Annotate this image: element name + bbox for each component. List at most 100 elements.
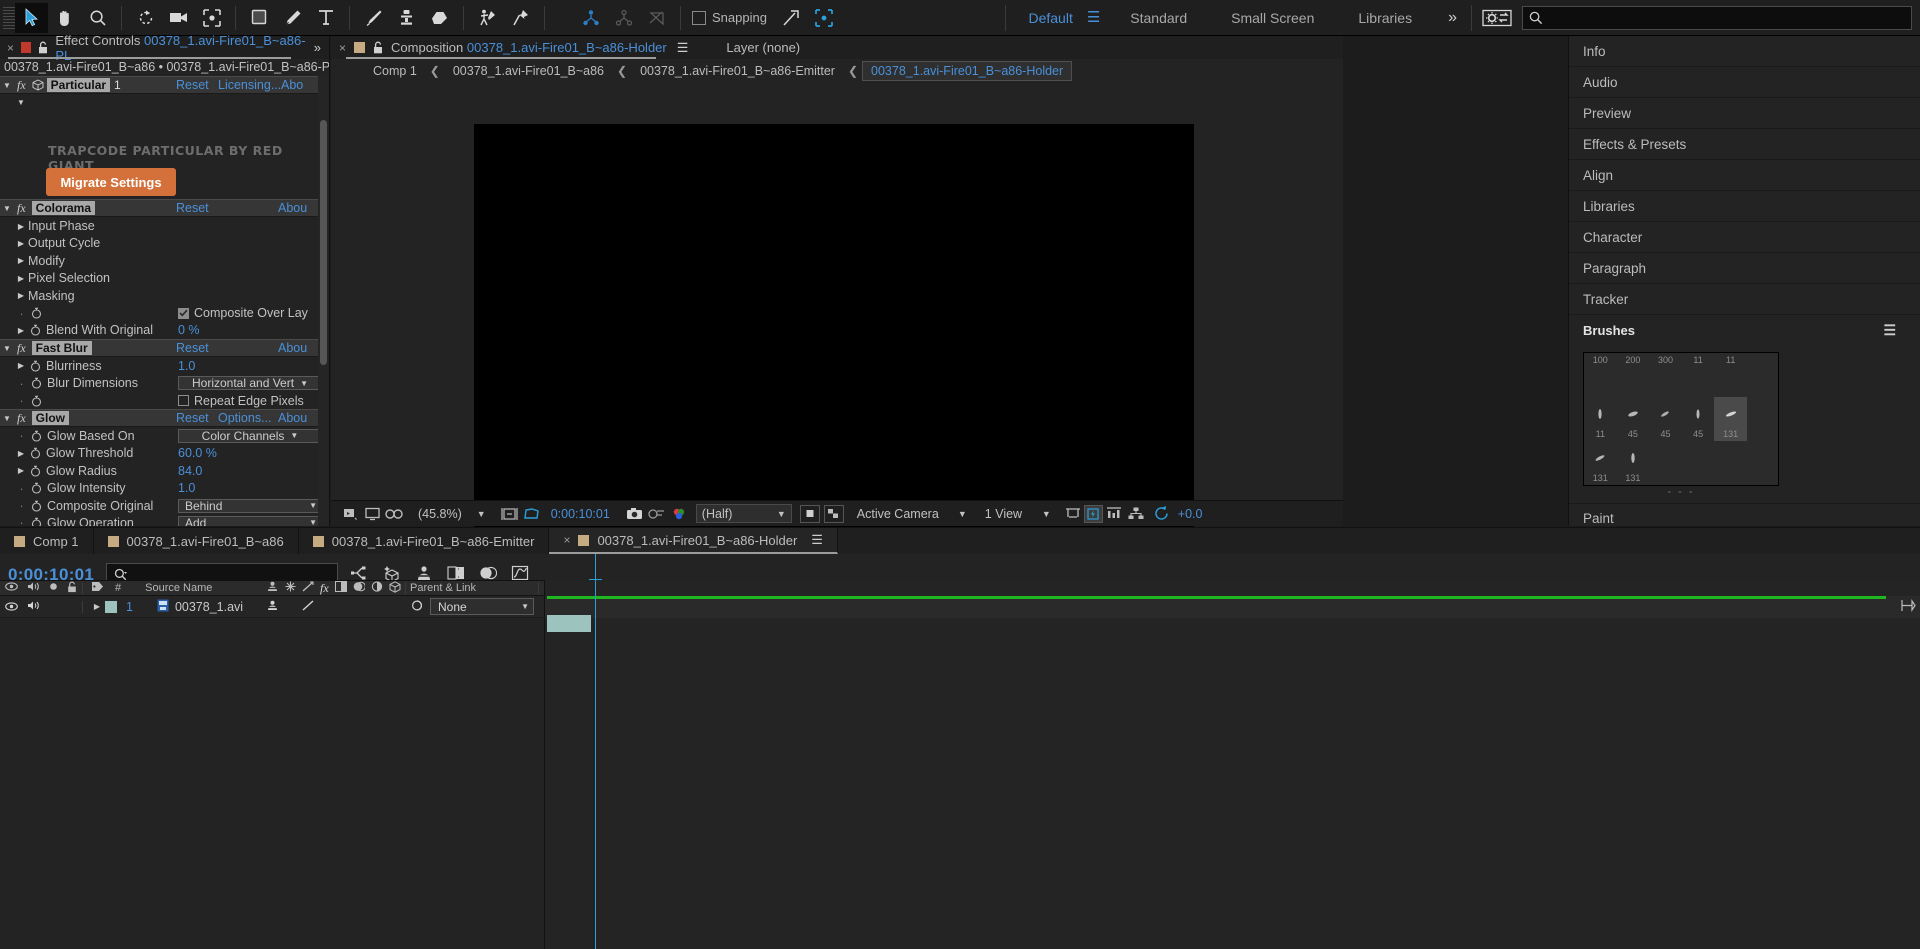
- timeline-motion-blur-end-icon[interactable]: [1900, 598, 1916, 616]
- stopwatch-icon[interactable]: [28, 465, 43, 477]
- 3d-glasses-icon[interactable]: [383, 503, 405, 525]
- hand-tool[interactable]: [48, 3, 81, 33]
- row-label-color[interactable]: [105, 600, 117, 613]
- workspace-small-screen[interactable]: Small Screen: [1209, 0, 1336, 36]
- solo-switch-icon[interactable]: [49, 582, 58, 594]
- pen-tool[interactable]: [276, 3, 309, 33]
- stopwatch-icon[interactable]: [29, 395, 44, 407]
- toggle-mask-shape-icon[interactable]: [799, 504, 820, 523]
- exposure-value[interactable]: +0.0: [1173, 507, 1203, 521]
- param-repeat-edge-pixels[interactable]: · Repeat Edge Pixels: [0, 392, 318, 409]
- fast-previews-icon[interactable]: [1083, 504, 1103, 523]
- brushes-resize-handle[interactable]: - - -: [1583, 486, 1779, 498]
- frame-blend-switch-icon[interactable]: [334, 581, 347, 595]
- param-glow-radius[interactable]: ▶ Glow Radius 84.0: [0, 462, 318, 479]
- disclosure-triangle-icon[interactable]: ▶: [14, 222, 28, 231]
- disclosure-triangle-icon[interactable]: ▼: [0, 204, 14, 213]
- param-blurriness[interactable]: ▶ Blurriness 1.0: [0, 357, 318, 374]
- row-quality-toggle[interactable]: [302, 599, 314, 614]
- disclosure-triangle-icon[interactable]: ▼: [0, 344, 14, 353]
- rail-item-effects-presets[interactable]: Effects & Presets: [1569, 129, 1920, 160]
- snap-bounds-icon[interactable]: [808, 3, 841, 33]
- lock-switch-icon[interactable]: [67, 581, 77, 596]
- take-snapshot-icon[interactable]: [624, 503, 646, 525]
- clone-stamp-tool[interactable]: [390, 3, 423, 33]
- breadcrumb-emitter[interactable]: 00378_1.avi-Fire01_B~a86-Emitter: [631, 61, 844, 81]
- effect-header-particular[interactable]: ▼ fx Particular 1 Reset Licensing... Abo: [0, 76, 318, 94]
- audio-switch-icon[interactable]: [27, 581, 40, 595]
- workspace-overflow-icon[interactable]: »: [1434, 9, 1471, 27]
- particular-group-row[interactable]: ▼: [0, 94, 318, 111]
- resolution-region-icon[interactable]: [499, 503, 521, 525]
- close-icon[interactable]: ×: [563, 533, 570, 547]
- 3d-layer-switch-icon[interactable]: [389, 580, 401, 596]
- timeline-tab-holder[interactable]: × 00378_1.avi-Fire01_B~a86-Holder ☰: [549, 528, 838, 554]
- particular-reset-link[interactable]: Reset: [176, 78, 209, 92]
- brush-cell[interactable]: 300: [1649, 353, 1682, 397]
- colorama-reset-link[interactable]: Reset: [176, 201, 209, 215]
- particular-about-link[interactable]: Abo: [281, 78, 303, 92]
- glow-operation-dropdown[interactable]: Add ▼: [178, 515, 318, 526]
- param-glow-operation[interactable]: · Glow Operation Add ▼: [0, 514, 318, 526]
- toolbar-grip[interactable]: [3, 6, 15, 29]
- stopwatch-icon[interactable]: [29, 482, 44, 494]
- disclosure-triangle-icon[interactable]: ▶: [14, 291, 28, 300]
- puppet-pin-tool[interactable]: [504, 3, 537, 33]
- exposure-reset-icon[interactable]: [1151, 503, 1173, 525]
- brush-cell[interactable]: 200: [1617, 353, 1650, 397]
- glow-about-link[interactable]: Abou: [278, 411, 307, 425]
- brush-cell[interactable]: 100: [1584, 353, 1617, 397]
- toggle-transparency-grid-icon[interactable]: [823, 504, 844, 523]
- param-blend-with-original[interactable]: ▶ Blend With Original 0 %: [0, 322, 318, 339]
- effect-controls-scrollbar[interactable]: [318, 76, 329, 526]
- repeat-edge-pixels-checkbox[interactable]: [178, 395, 189, 407]
- stopwatch-icon[interactable]: [29, 377, 44, 389]
- param-masking[interactable]: ▶ Masking: [0, 287, 318, 304]
- rail-item-libraries[interactable]: Libraries: [1569, 191, 1920, 222]
- param-composite-original[interactable]: · Composite Original Behind ▼: [0, 497, 318, 514]
- type-tool[interactable]: [309, 3, 342, 33]
- brush-cell[interactable]: 131: [1617, 441, 1650, 485]
- glow-options-link[interactable]: Options...: [218, 411, 272, 425]
- breadcrumb-comp-1[interactable]: Comp 1: [364, 61, 426, 81]
- rail-item-align[interactable]: Align: [1569, 160, 1920, 191]
- disclosure-triangle-icon[interactable]: ▶: [14, 466, 28, 475]
- parent-dropdown[interactable]: None ▼: [430, 598, 534, 615]
- workspace-menu-icon[interactable]: ☰: [1079, 0, 1108, 36]
- scrollbar-thumb[interactable]: [320, 120, 327, 365]
- brush-cell[interactable]: 131: [1584, 441, 1617, 485]
- param-output-cycle[interactable]: ▶ Output Cycle: [0, 235, 318, 252]
- row-video-toggle[interactable]: [5, 600, 18, 614]
- help-search-input[interactable]: [1522, 5, 1912, 30]
- close-icon[interactable]: ×: [0, 41, 21, 55]
- layer-duration-bar[interactable]: [547, 615, 591, 632]
- timeline-track-area[interactable]: [544, 554, 1920, 949]
- brush-cell[interactable]: 45: [1617, 397, 1650, 441]
- rail-item-preview[interactable]: Preview: [1569, 98, 1920, 129]
- roto-brush-tool[interactable]: [471, 3, 504, 33]
- workspace-default[interactable]: Default: [1006, 0, 1078, 36]
- disclosure-triangle-icon[interactable]: ▶: [14, 449, 28, 458]
- region-of-interest-icon[interactable]: [521, 503, 543, 525]
- disclosure-triangle-icon[interactable]: ▶: [14, 239, 28, 248]
- brush-cell[interactable]: 11: [1714, 353, 1747, 397]
- puppet-position-pin-icon[interactable]: [574, 3, 607, 33]
- composition-canvas[interactable]: [474, 124, 1194, 529]
- breadcrumb-holder[interactable]: 00378_1.avi-Fire01_B~a86-Holder: [862, 61, 1073, 81]
- snapping-checkbox[interactable]: [692, 10, 706, 25]
- brush-cell-selected[interactable]: 131: [1714, 397, 1747, 441]
- brush-cell[interactable]: 11: [1584, 397, 1617, 441]
- rail-item-tracker[interactable]: Tracker: [1569, 284, 1920, 315]
- view-layout-dropdown[interactable]: 1 View ▼: [980, 505, 1056, 523]
- disclosure-triangle-icon[interactable]: ▶: [14, 274, 28, 283]
- param-composite-over-layer[interactable]: · Composite Over Lay: [0, 304, 318, 321]
- snapping-toggle[interactable]: Snapping: [692, 10, 767, 25]
- disclosure-triangle-icon[interactable]: ▶: [14, 361, 28, 370]
- brush-tool[interactable]: [357, 3, 390, 33]
- snap-align-icon[interactable]: [775, 3, 808, 33]
- main-view-icon[interactable]: [361, 503, 383, 525]
- rail-item-paragraph[interactable]: Paragraph: [1569, 253, 1920, 284]
- row-disclosure-triangle-icon[interactable]: ▶: [88, 602, 102, 611]
- comp-flowchart-icon[interactable]: [1125, 503, 1147, 525]
- stopwatch-icon[interactable]: [29, 307, 44, 319]
